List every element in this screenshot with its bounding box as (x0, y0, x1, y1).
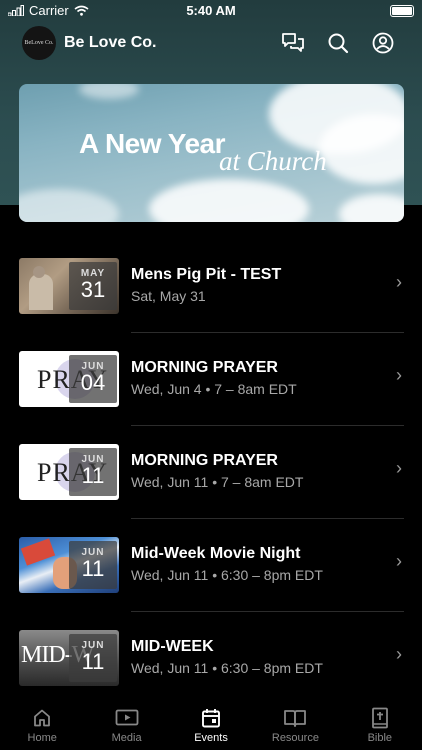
event-row[interactable]: MAY 31 Mens Pig Pit - TEST Sat, May 31 › (19, 240, 404, 333)
event-thumbnail: MAY 31 (19, 258, 119, 314)
chevron-right-icon: › (396, 272, 402, 292)
chat-button[interactable] (280, 30, 306, 56)
event-thumbnail: PRAY JUN 11 (19, 444, 119, 500)
tab-label: Resource (271, 732, 319, 744)
chevron-right-icon: › (396, 365, 402, 385)
event-date-badge: JUN 04 (69, 355, 117, 403)
event-thumbnail: JUN 11 (19, 537, 119, 593)
profile-icon (372, 32, 394, 54)
event-date-badge: MAY 31 (69, 262, 117, 310)
event-row[interactable]: MID-W JUN 11 MID-WEEK Wed, Jun 11 • 6:30… (19, 612, 404, 705)
tab-label: Media (111, 732, 142, 744)
event-row[interactable]: PRAY JUN 11 MORNING PRAYER Wed, Jun 11 •… (19, 426, 404, 519)
battery-icon (390, 5, 414, 17)
bible-icon (371, 707, 388, 729)
event-thumbnail: PRAY JUN 04 (19, 351, 119, 407)
status-bar: Carrier 5:40 AM (0, 0, 422, 22)
tab-media[interactable]: Media (84, 699, 168, 750)
clock: 5:40 AM (186, 3, 236, 18)
event-title: MORNING PRAYER (131, 452, 278, 469)
event-row[interactable]: PRAY JUN 04 MORNING PRAYER Wed, Jun 4 • … (19, 333, 404, 426)
tab-bible[interactable]: Bible (338, 699, 422, 750)
tab-label: Bible (367, 732, 393, 744)
calendar-icon (202, 709, 220, 728)
event-title: Mid-Week Movie Night (131, 545, 301, 562)
event-datetime: Wed, Jun 11 • 6:30 – 8pm EDT (131, 660, 323, 676)
event-row[interactable]: JUN 11 Mid-Week Movie Night Wed, Jun 11 … (19, 519, 404, 612)
event-title: MID-WEEK (131, 638, 214, 655)
chevron-right-icon: › (396, 644, 402, 664)
event-date-badge: JUN 11 (69, 448, 117, 496)
home-icon (34, 709, 51, 727)
event-datetime: Sat, May 31 (131, 288, 206, 304)
tab-label: Home (27, 732, 57, 744)
tab-label: Events (194, 732, 228, 744)
event-date-badge: JUN 11 (69, 541, 117, 589)
chevron-right-icon: › (396, 551, 402, 571)
tab-bar: Home Media Events Resource Bible (0, 699, 422, 750)
hero-banner[interactable]: A New Year at Church (19, 84, 404, 222)
event-datetime: Wed, Jun 4 • 7 – 8am EDT (131, 381, 297, 397)
search-icon (328, 33, 349, 54)
event-datetime: Wed, Jun 11 • 7 – 8am EDT (131, 474, 304, 490)
event-date-badge: JUN 11 (69, 634, 117, 682)
tab-events[interactable]: Events (169, 699, 253, 750)
media-icon (115, 709, 139, 726)
church-logo[interactable]: BeLove Co. (22, 26, 56, 60)
tab-resource[interactable]: Resource (253, 699, 337, 750)
event-title: MORNING PRAYER (131, 359, 278, 376)
book-icon (284, 710, 307, 727)
tab-home[interactable]: Home (0, 699, 84, 750)
event-title: Mens Pig Pit - TEST (131, 266, 282, 283)
event-thumbnail: MID-W JUN 11 (19, 630, 119, 686)
chevron-right-icon: › (396, 458, 402, 478)
chat-icon (282, 33, 304, 52)
app-header: BeLove Co. Be Love Co. (0, 24, 422, 64)
app-title: Be Love Co. (64, 34, 157, 51)
profile-button[interactable] (370, 30, 396, 56)
event-datetime: Wed, Jun 11 • 6:30 – 8pm EDT (131, 567, 323, 583)
hero-subtitle: at Church (219, 146, 327, 176)
search-button[interactable] (325, 30, 351, 56)
hero-title: A New Year (79, 128, 225, 159)
